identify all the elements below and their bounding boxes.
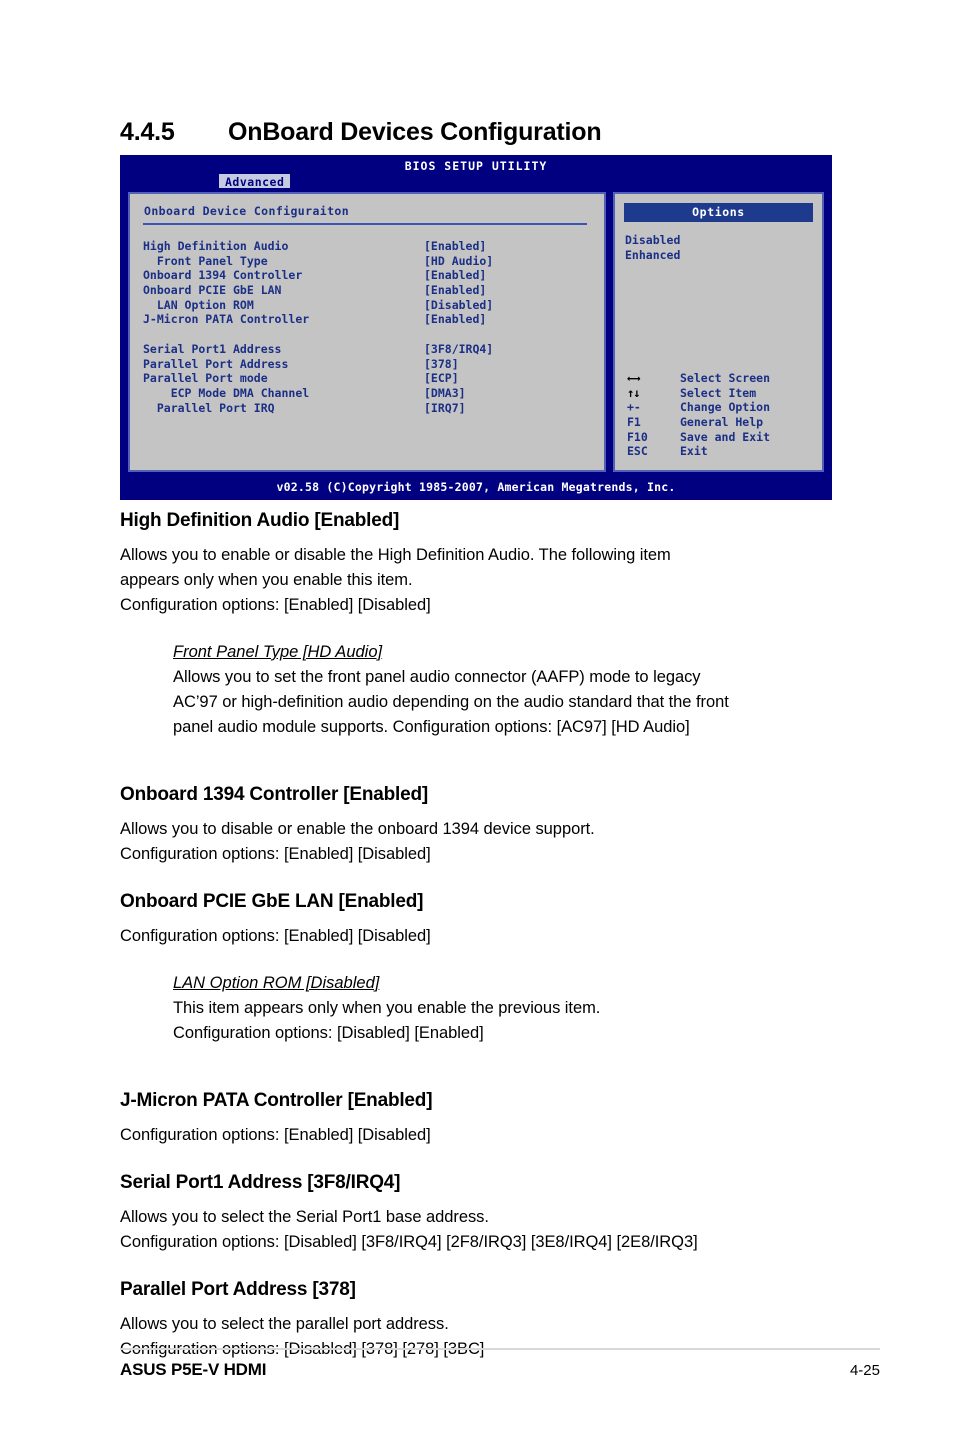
settings-row-value[interactable]: [DMA3] [424, 386, 466, 401]
settings-row-value[interactable]: [Enabled] [424, 268, 486, 283]
section-onboard-pcie-gbe-lan: Onboard PCIE GbE LAN [Enabled] Configura… [120, 889, 860, 949]
settings-row[interactable]: Front Panel Type [HD Audio] [143, 254, 593, 269]
settings-row-label: Parallel Port Address [143, 356, 289, 371]
settings-row-label: ECP Mode DMA Channel [143, 385, 310, 400]
legend-key: F10 [627, 429, 648, 444]
settings-row-value[interactable]: [Enabled] [424, 239, 486, 254]
section-lan-option-rom: LAN Option ROM [Disabled] This item appe… [173, 971, 860, 1046]
front-panel-line-1: Allows you to set the front panel audio … [173, 668, 701, 686]
serial-line-2: Configuration options: [Disabled] [3F8/I… [120, 1233, 698, 1251]
settings-row[interactable]: Parallel Port mode [ECP] [143, 371, 593, 386]
front-panel-line-2: AC’97 or high-definition audio depending… [173, 693, 729, 711]
serial-line-1: Allows you to select the Serial Port1 ba… [120, 1208, 489, 1226]
section-onboard-1394-controller: Onboard 1394 Controller [Enabled] Allows… [120, 782, 860, 867]
lan-rom-line-2: Configuration options: [Disabled] [Enabl… [173, 1024, 484, 1042]
settings-row-label: Onboard PCIE GbE LAN [143, 283, 282, 298]
settings-row-label: Onboard 1394 Controller [143, 268, 303, 283]
onboard1394-line-1: Allows you to disable or enable the onbo… [120, 820, 595, 838]
section-title: OnBoard Devices Configuration [228, 118, 602, 146]
onboard1394-line-2: Configuration options: [Enabled] [Disabl… [120, 845, 431, 863]
settings-row[interactable]: J-Micron PATA Controller [Enabled] [143, 312, 593, 327]
bios-footer: v02.58 (C)Copyright 1985-2007, American … [120, 476, 832, 500]
footer-page-number: 4-25 [849, 1362, 880, 1379]
settings-row[interactable]: LAN Option ROM [Disabled] [143, 298, 593, 313]
settings-row-label: LAN Option ROM [143, 297, 254, 312]
settings-row[interactable]: Onboard PCIE GbE LAN [Enabled] [143, 283, 593, 298]
bios-body: Onboard Device Configuraiton High Defini… [120, 188, 832, 476]
page-title: 4.4.5 OnBoard Devices Configuration [120, 118, 880, 147]
section-high-definition-audio: High Definition Audio [Enabled] Allows y… [120, 508, 860, 618]
options-header: Options [624, 203, 813, 222]
settings-list: High Definition Audio [Enabled] Front Pan… [143, 239, 593, 415]
section-number: 4.4.5 [120, 118, 175, 146]
bios-copyright: v02.58 (C)Copyright 1985-2007, American … [276, 480, 676, 494]
heading-high-definition-audio: High Definition Audio [Enabled] [120, 510, 400, 531]
legend-description: General Help [680, 415, 764, 430]
settings-row-label: Front Panel Type [143, 253, 268, 268]
settings-row[interactable]: High Definition Audio [Enabled] [143, 239, 593, 254]
settings-row-value[interactable]: [Enabled] [424, 283, 486, 298]
legend-description: Save and Exit [680, 429, 771, 444]
heading-onboard-1394-controller: Onboard 1394 Controller [Enabled] [120, 784, 429, 805]
settings-row-label: High Definition Audio [143, 239, 289, 253]
settings-row-value[interactable]: [3F8/IRQ4] [424, 342, 493, 357]
front-panel-line-3: panel audio module supports. Configurati… [173, 718, 690, 736]
lan-rom-line-1: This item appears only when you enable t… [173, 999, 601, 1017]
heading-front-panel-type: Front Panel Type [HD Audio] [173, 643, 383, 661]
legend-key: F1 [627, 415, 641, 430]
settings-row[interactable]: ECP Mode DMA Channel [DMA3] [143, 386, 593, 401]
heading-lan-option-rom: LAN Option ROM [Disabled] [173, 974, 380, 992]
settings-row-value[interactable]: [HD Audio] [424, 254, 493, 269]
legend-key: ESC [627, 444, 648, 459]
settings-row-value[interactable]: [IRQ7] [424, 401, 466, 416]
panel-divider [143, 223, 587, 225]
settings-row-label: Parallel Port IRQ [143, 400, 275, 415]
arrow-keys-icon: ←→ [627, 371, 640, 385]
heading-parallel-port-address: Parallel Port Address [378] [120, 1279, 356, 1300]
hda-line-2: appears only when you enable this item. [120, 571, 413, 589]
arrow-keys-icon: ↑↓ [627, 385, 640, 400]
settings-row-value[interactable]: [Enabled] [424, 312, 486, 327]
settings-panel: Onboard Device Configuraiton High Defini… [128, 192, 606, 472]
manual-page: 4.4.5 OnBoard Devices Configuration BIOS … [0, 0, 954, 1438]
options-panel: Options Disabled Enhanced ←→ Select Screen… [613, 192, 824, 472]
footer-divider [120, 1348, 880, 1350]
parallel-line-1: Allows you to select the parallel port a… [120, 1315, 449, 1333]
section-serial-port1-address: Serial Port1 Address [3F8/IRQ4] Allows y… [120, 1170, 860, 1255]
section-jmicron-pata-controller: J-Micron PATA Controller [Enabled] Confi… [120, 1088, 860, 1148]
bios-title: BIOS SETUP UTILITY [404, 159, 548, 173]
footer-product-name: ASUS P5E-V HDMI [120, 1360, 267, 1379]
jmicron-line-1: Configuration options: [Enabled] [Disabl… [120, 1126, 431, 1144]
settings-row-value[interactable]: [ECP] [424, 371, 459, 386]
legend-description: Change Option [680, 400, 771, 415]
settings-row[interactable]: Parallel Port IRQ [IRQ7] [143, 401, 593, 416]
settings-row-spacer [143, 327, 593, 342]
options-choice[interactable]: Enhanced [625, 248, 680, 263]
legend-description: Exit [680, 444, 708, 459]
settings-row-value[interactable]: [378] [424, 357, 459, 372]
settings-row[interactable]: Parallel Port Address [378] [143, 357, 593, 372]
settings-row-value[interactable]: [Disabled] [424, 298, 493, 313]
options-choice[interactable]: Disabled [625, 233, 680, 248]
settings-row[interactable]: Serial Port1 Address [3F8/IRQ4] [143, 342, 593, 357]
heading-jmicron-pata-controller: J-Micron PATA Controller [Enabled] [120, 1090, 433, 1111]
heading-serial-port1-address: Serial Port1 Address [3F8/IRQ4] [120, 1172, 401, 1193]
pcie-lan-line-1: Configuration options: [Enabled] [Disabl… [120, 927, 431, 945]
legend-description: Select Screen [680, 371, 771, 385]
settings-row-label: Serial Port1 Address [143, 341, 282, 356]
bios-setup-screenshot: BIOS SETUP UTILITY Advanced Onboard Devi… [120, 155, 832, 500]
hda-line-3: Configuration options: [Enabled] [Disabl… [120, 596, 431, 614]
legend-key: +- [627, 400, 641, 415]
settings-panel-title: Onboard Device Configuraiton [144, 204, 350, 218]
settings-row-label: Parallel Port mode [143, 371, 268, 386]
bios-titlebar: BIOS SETUP UTILITY Advanced [120, 155, 832, 192]
heading-onboard-pcie-gbe-lan: Onboard PCIE GbE LAN [Enabled] [120, 891, 424, 912]
hda-line-1: Allows you to enable or disable the High… [120, 546, 671, 564]
legend-description: Select Item [680, 385, 757, 400]
settings-row-label: J-Micron PATA Controller [143, 312, 310, 327]
options-choice-list: Disabled Enhanced [625, 233, 680, 262]
body-content: High Definition Audio [Enabled] Allows y… [120, 508, 860, 1384]
section-front-panel-type: Front Panel Type [HD Audio] Allows you t… [173, 640, 860, 740]
settings-row[interactable]: Onboard 1394 Controller [Enabled] [143, 268, 593, 283]
